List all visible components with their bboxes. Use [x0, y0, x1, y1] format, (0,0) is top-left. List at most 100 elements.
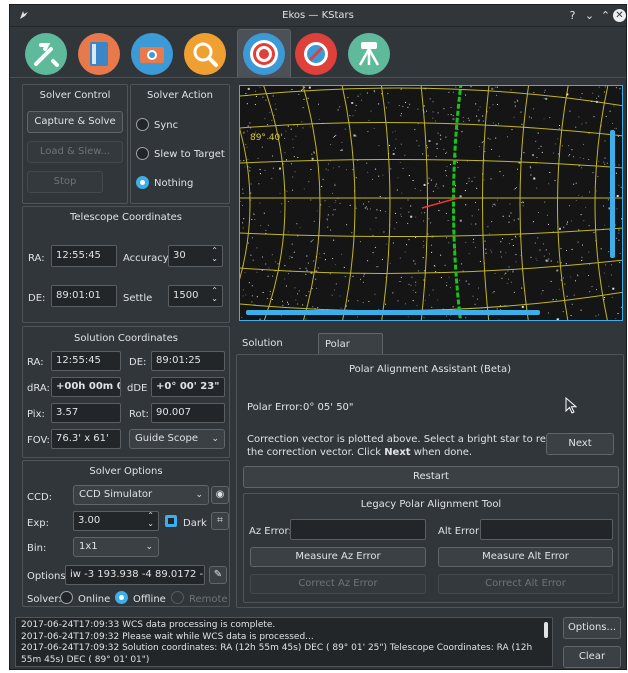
legacy-polar-group: Legacy Polar Alignment Tool Az Error: Al…: [243, 493, 619, 603]
clear-log-button[interactable]: Clear: [563, 646, 621, 668]
telescope-ra-label: RA:: [28, 253, 45, 264]
sky-grid-label: 89° 40': [250, 133, 283, 143]
slew-to-target-radio[interactable]: [136, 147, 149, 160]
log-options-button[interactable]: Options...: [563, 617, 621, 639]
log-line: 2017-06-24T17:09:32 Solution coordinates…: [21, 643, 536, 665]
solution-ra-field[interactable]: 12:55:45: [51, 351, 121, 371]
tab-solution-results[interactable]: Solution Results: [236, 333, 289, 371]
accuracy-label: Accuracy: [123, 253, 169, 264]
mount-icon[interactable]: [346, 31, 392, 77]
solution-de-label: DE:: [129, 357, 147, 368]
solver-label: Solver:: [27, 594, 62, 605]
online-radio[interactable]: [60, 591, 73, 604]
focus-icon[interactable]: [182, 31, 228, 77]
scope-combo[interactable]: Guide Scope ⌄: [129, 429, 225, 449]
accuracy-value: 30: [173, 250, 186, 261]
measure-alt-button[interactable]: Measure Alt Error: [438, 547, 613, 567]
chevron-down-icon: ⌄: [195, 490, 203, 500]
az-error-field[interactable]: [290, 519, 426, 540]
fov-label: FOV:: [27, 435, 50, 446]
guide-icon[interactable]: [293, 31, 339, 77]
scope-value: Guide Scope: [135, 433, 199, 444]
remote-radio[interactable]: [171, 591, 184, 604]
correct-alt-button[interactable]: Correct Alt Error: [438, 574, 613, 594]
measure-az-button[interactable]: Measure Az Error: [250, 547, 426, 567]
log-output[interactable]: 2017-06-24T17:09:33 WCS data processing …: [15, 617, 553, 667]
solution-coordinates-group: Solution Coordinates RA: 12:55:45 DE: 89…: [22, 326, 230, 458]
bin-value: 1x1: [79, 541, 98, 552]
instruction-bold: Next: [384, 447, 411, 458]
az-error-label: Az Error:: [249, 526, 292, 537]
title-bar: Ekos — KStars ? ⌄ ⌃ ✕: [10, 5, 626, 27]
dra-label: dRA:: [27, 383, 50, 394]
capture-icon[interactable]: [129, 31, 175, 77]
instruction-line-1: Correction vector is plotted above. Sele…: [247, 434, 586, 445]
settle-spinbox[interactable]: 1500 ⌃ ⌄: [168, 285, 223, 307]
correct-az-button[interactable]: Correct Az Error: [250, 574, 426, 594]
polar-title: Polar Alignment Assistant (Beta): [348, 364, 511, 375]
log-scrollbar[interactable]: [544, 622, 548, 638]
dark-checkbox[interactable]: [165, 515, 177, 527]
accuracy-spinbox[interactable]: 30 ⌃ ⌄: [168, 245, 223, 267]
spin-arrows-icon[interactable]: ⌃ ⌄: [147, 512, 154, 528]
capture-solve-button[interactable]: Capture & Solve: [27, 111, 123, 133]
solution-de-field[interactable]: 89:01:25: [151, 351, 225, 371]
alt-error-field[interactable]: [480, 519, 613, 540]
next-button[interactable]: Next: [546, 433, 614, 455]
load-slew-button[interactable]: Load & Slew...: [27, 141, 123, 163]
solver-control-group: Solver Control Capture & Solve Load & Sl…: [22, 84, 128, 204]
sky-image: 89° 40': [240, 86, 622, 320]
restart-button[interactable]: Restart: [243, 466, 619, 488]
bin-combo[interactable]: 1x1 ⌄: [73, 537, 159, 557]
offline-label: Offline: [133, 594, 166, 605]
setup-icon[interactable]: [23, 31, 69, 77]
dde-label: dDE: [127, 383, 148, 394]
minimize-button[interactable]: ⌄: [583, 9, 596, 22]
chevron-down-icon: ⌄: [211, 434, 219, 444]
online-label: Online: [78, 594, 111, 605]
pix-field[interactable]: 3.57: [51, 403, 121, 423]
nothing-label: Nothing: [154, 178, 194, 189]
settle-value: 1500: [173, 290, 199, 301]
edit-icon[interactable]: ✎: [209, 566, 227, 584]
solution-coordinates-title: Solution Coordinates: [74, 333, 178, 344]
align-icon[interactable]: [241, 31, 287, 77]
scheduler-icon[interactable]: [76, 31, 122, 77]
sync-radio[interactable]: [136, 118, 149, 131]
solver-action-group: Solver Action Sync Slew to Target Nothin…: [130, 84, 230, 204]
sky-vertical-scrollbar[interactable]: [610, 130, 615, 258]
ccd-combo[interactable]: CCD Simulator ⌄: [73, 485, 209, 505]
help-button[interactable]: ?: [566, 9, 579, 22]
spin-arrows-icon[interactable]: ⌃ ⌄: [211, 287, 218, 303]
sky-image-view[interactable]: 89° 40': [239, 85, 623, 321]
telescope-ra-field[interactable]: 12:55:45: [51, 245, 117, 267]
instruction-pre: the correction vector. Click: [247, 447, 385, 458]
telescope-de-field[interactable]: 89:01:01: [51, 285, 117, 307]
solver-action-title: Solver Action: [147, 90, 213, 101]
settle-label: Settle: [123, 293, 153, 304]
dde-field[interactable]: +0° 00' 23": [151, 377, 225, 397]
fov-field[interactable]: 76.3' x 61': [51, 429, 121, 449]
nothing-radio[interactable]: [136, 176, 149, 189]
offline-radio[interactable]: [115, 591, 128, 604]
exp-label: Exp:: [27, 518, 49, 529]
ekos-window: Ekos — KStars ? ⌄ ⌃ ✕ Solver Control Cap…: [9, 4, 627, 670]
exp-spinbox[interactable]: 3.00 ⌃ ⌄: [73, 511, 159, 531]
window-title: Ekos — KStars: [282, 10, 354, 21]
chevron-down-icon: ⌄: [145, 542, 153, 552]
stop-button[interactable]: Stop: [27, 171, 103, 193]
dra-field[interactable]: +00h 00m 00s: [51, 377, 121, 397]
close-button[interactable]: ✕: [613, 9, 626, 22]
rot-field[interactable]: 90.007: [151, 403, 225, 423]
tab-polar-alignment[interactable]: Polar Alignment: [318, 333, 384, 372]
sync-label: Sync: [154, 120, 179, 131]
sky-horizontal-scrollbar[interactable]: [246, 310, 540, 315]
maximize-button[interactable]: ⌃: [599, 9, 612, 22]
solver-options-group: Solver Options CCD: CCD Simulator ⌄ ◉ Exp…: [22, 460, 230, 607]
frame-settings-icon[interactable]: ⌗: [211, 512, 229, 530]
solver-options-title: Solver Options: [89, 466, 163, 477]
eye-icon[interactable]: ◉: [211, 486, 229, 504]
spin-arrows-icon[interactable]: ⌃ ⌄: [211, 247, 218, 263]
solver-options-field[interactable]: iw -3 193.938 -4 89.0172 -5 30: [65, 565, 205, 585]
telescope-de-label: DE:: [28, 293, 46, 304]
